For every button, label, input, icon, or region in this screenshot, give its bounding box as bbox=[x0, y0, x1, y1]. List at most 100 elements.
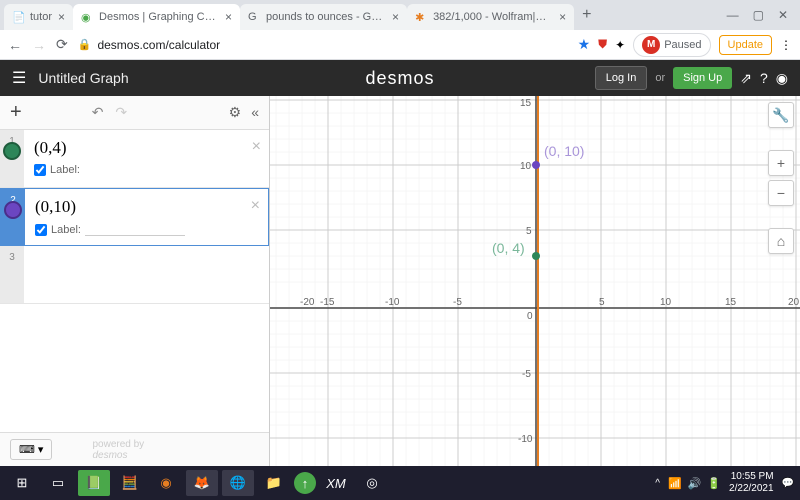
taskbar-app[interactable]: 📁 bbox=[258, 470, 290, 496]
color-dot-icon[interactable] bbox=[3, 142, 21, 160]
expression-label-row: Label: bbox=[35, 223, 258, 236]
forward-button[interactable]: → bbox=[32, 37, 46, 53]
tab-title: pounds to ounces - Google Se bbox=[266, 11, 386, 23]
wifi-icon[interactable]: 📶 bbox=[668, 477, 682, 490]
redo-button[interactable]: ↷ bbox=[115, 104, 127, 121]
notifications-icon[interactable]: 💬 bbox=[782, 478, 794, 489]
tab-title: 382/1,000 - Wolfram|Alpha bbox=[433, 11, 553, 23]
svg-text:-5: -5 bbox=[522, 369, 531, 380]
taskbar-app[interactable]: 🌐 bbox=[222, 470, 254, 496]
taskbar-clock[interactable]: 10:55 PM 2/22/2021 bbox=[729, 471, 774, 495]
expression-formula[interactable]: (0,10) bbox=[35, 197, 258, 217]
extension-icon[interactable]: ⛊ bbox=[598, 37, 607, 52]
expression-row[interactable]: 2 (0,10) Label: × bbox=[0, 188, 269, 246]
label-text: Label: bbox=[51, 224, 81, 236]
expression-formula[interactable]: (0,4) bbox=[34, 138, 259, 158]
share-icon[interactable]: ⇗ bbox=[740, 70, 752, 87]
point-0-4[interactable] bbox=[532, 252, 540, 260]
expression-panel-footer: ⌨ ▾ powered by desmos bbox=[0, 432, 269, 466]
delete-expression-icon[interactable]: × bbox=[252, 138, 261, 156]
close-icon[interactable]: × bbox=[559, 10, 566, 24]
svg-text:-15: -15 bbox=[320, 297, 335, 308]
taskbar-app[interactable]: ↑ bbox=[294, 472, 316, 494]
taskbar-app[interactable]: 📗 bbox=[78, 470, 110, 496]
new-tab-button[interactable]: + bbox=[574, 6, 599, 24]
start-button[interactable]: ⊞ bbox=[6, 470, 38, 496]
update-button[interactable]: Update bbox=[719, 35, 772, 55]
settings-icon[interactable]: ⚙ bbox=[229, 104, 242, 121]
browser-tab[interactable]: 📄 tutor × bbox=[4, 4, 73, 30]
system-tray: ^ 📶 🔊 🔋 10:55 PM 2/22/2021 💬 bbox=[655, 471, 794, 495]
svg-text:-10: -10 bbox=[518, 434, 533, 445]
expression-row[interactable]: 1 (0,4) Label: × bbox=[0, 130, 269, 188]
window-controls: — ▢ ✕ bbox=[719, 8, 796, 22]
taskbar-app[interactable]: ◉ bbox=[150, 470, 182, 496]
graph-title[interactable]: Untitled Graph bbox=[38, 70, 128, 86]
powered-by-text: powered by desmos bbox=[92, 439, 144, 461]
svg-text:15: 15 bbox=[520, 98, 532, 109]
taskbar-app[interactable]: 🧮 bbox=[114, 470, 146, 496]
graph-svg: -20 -15 -10 -5 0 5 10 15 20 -10 -5 5 10 … bbox=[270, 96, 800, 466]
url-input[interactable]: 🔒 desmos.com/calculator bbox=[78, 38, 568, 52]
lock-icon: 🔒 bbox=[78, 38, 92, 51]
home-button[interactable]: ⌂ bbox=[768, 228, 794, 254]
label-checkbox[interactable] bbox=[34, 164, 46, 176]
menu-icon[interactable]: ⋮ bbox=[780, 38, 792, 52]
battery-icon[interactable]: 🔋 bbox=[707, 477, 721, 490]
hamburger-icon[interactable]: ☰ bbox=[12, 68, 26, 88]
close-icon[interactable]: × bbox=[225, 10, 232, 24]
point-0-10[interactable] bbox=[532, 161, 540, 169]
svg-text:10: 10 bbox=[520, 161, 532, 172]
svg-text:20: 20 bbox=[788, 297, 800, 308]
browser-tab[interactable]: ✱ 382/1,000 - Wolfram|Alpha × bbox=[407, 4, 574, 30]
zoom-out-button[interactable]: − bbox=[768, 180, 794, 206]
color-dot-icon[interactable] bbox=[4, 201, 22, 219]
task-view-icon[interactable]: ▭ bbox=[42, 470, 74, 496]
taskbar-app[interactable]: ◎ bbox=[356, 470, 388, 496]
expression-index: 3 bbox=[0, 246, 24, 303]
extensions-icon[interactable]: ✦ bbox=[615, 38, 625, 52]
login-button[interactable]: Log In bbox=[595, 66, 648, 90]
wrench-icon[interactable]: 🔧 bbox=[768, 102, 794, 128]
point-label: (0, 4) bbox=[492, 240, 525, 256]
svg-text:-20: -20 bbox=[300, 297, 315, 308]
add-expression-button[interactable]: + bbox=[10, 101, 22, 124]
close-icon[interactable]: × bbox=[392, 10, 399, 24]
close-icon[interactable]: ✕ bbox=[778, 8, 788, 22]
label-input[interactable] bbox=[85, 223, 185, 236]
back-button[interactable]: ← bbox=[8, 37, 22, 53]
url-text: desmos.com/calculator bbox=[97, 38, 220, 52]
volume-icon[interactable]: 🔊 bbox=[688, 477, 702, 490]
browser-tab[interactable]: G pounds to ounces - Google Se × bbox=[240, 4, 407, 30]
tray-chevron-icon[interactable]: ^ bbox=[655, 478, 660, 489]
svg-text:5: 5 bbox=[599, 297, 605, 308]
zoom-in-button[interactable]: + bbox=[768, 150, 794, 176]
bookmark-icon[interactable]: ★ bbox=[578, 36, 591, 53]
undo-button[interactable]: ↶ bbox=[92, 104, 104, 121]
keypad-button[interactable]: ⌨ ▾ bbox=[10, 439, 52, 460]
avatar-icon: M bbox=[642, 36, 660, 54]
expression-row-empty[interactable]: 3 bbox=[0, 246, 269, 304]
or-text: or bbox=[655, 72, 665, 84]
collapse-panel-icon[interactable]: « bbox=[251, 104, 259, 121]
signup-button[interactable]: Sign Up bbox=[673, 67, 732, 89]
close-icon[interactable]: × bbox=[58, 10, 65, 24]
svg-text:-10: -10 bbox=[385, 297, 400, 308]
language-icon[interactable]: ◉ bbox=[776, 70, 788, 87]
taskbar-app[interactable]: 🦊 bbox=[186, 470, 218, 496]
maximize-icon[interactable]: ▢ bbox=[753, 8, 764, 22]
minimize-icon[interactable]: — bbox=[727, 8, 739, 22]
tab-title: Desmos | Graphing Calculator bbox=[99, 11, 219, 23]
profile-paused-button[interactable]: M Paused bbox=[633, 33, 710, 57]
help-icon[interactable]: ? bbox=[760, 70, 768, 86]
svg-text:0: 0 bbox=[527, 311, 533, 322]
browser-tab[interactable]: ◉ Desmos | Graphing Calculator × bbox=[73, 4, 240, 30]
tab-title: tutor bbox=[30, 11, 52, 23]
label-checkbox[interactable] bbox=[35, 224, 47, 236]
address-bar: ← → ⟳ 🔒 desmos.com/calculator ★ ⛊ ✦ M Pa… bbox=[0, 30, 800, 60]
graph-canvas[interactable]: -20 -15 -10 -5 0 5 10 15 20 -10 -5 5 10 … bbox=[270, 96, 800, 466]
expression-panel: + ↶ ↷ ⚙ « 1 (0,4) Label: × bbox=[0, 96, 270, 466]
reload-button[interactable]: ⟳ bbox=[56, 36, 68, 53]
delete-expression-icon[interactable]: × bbox=[251, 197, 260, 215]
taskbar-app[interactable]: XM bbox=[320, 470, 352, 496]
